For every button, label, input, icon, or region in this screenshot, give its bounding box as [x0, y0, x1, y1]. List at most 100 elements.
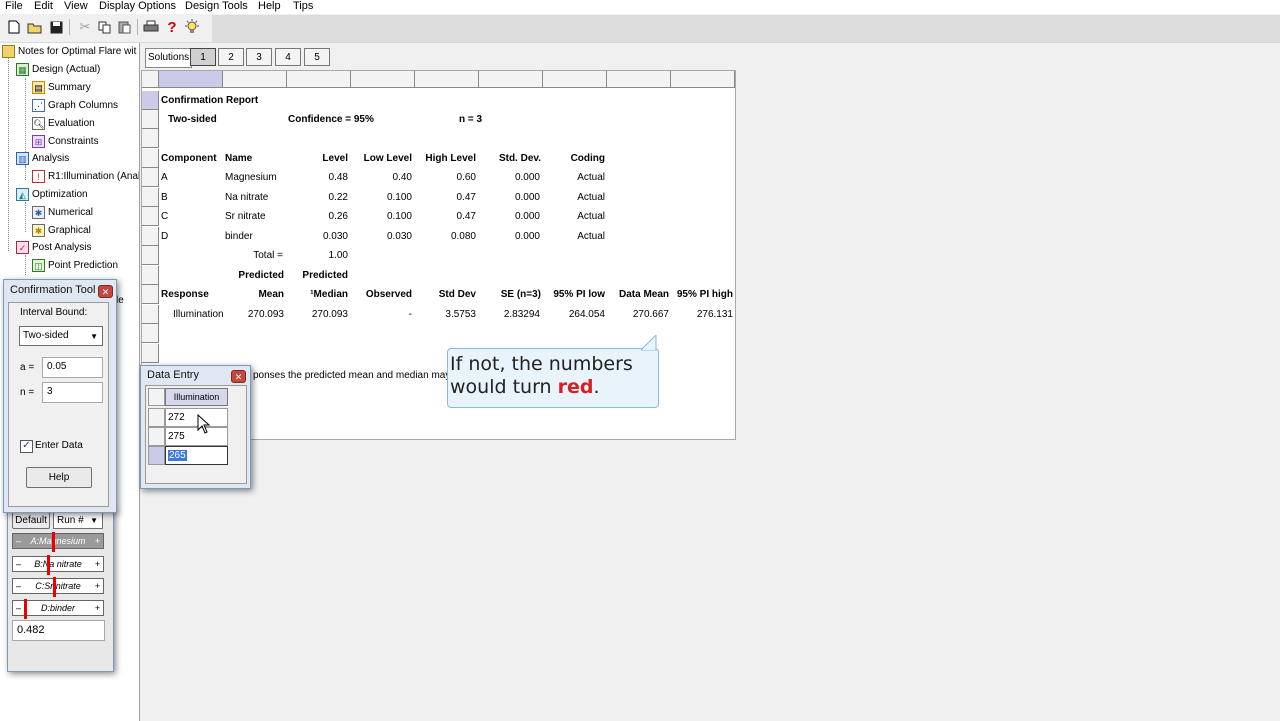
menu-file[interactable]: File — [5, 0, 23, 13]
grid-row-header[interactable] — [142, 324, 159, 343]
print-icon[interactable] — [142, 18, 160, 36]
grid-row-header[interactable] — [142, 207, 159, 226]
grid-row-header[interactable] — [142, 285, 159, 304]
grid-row-header[interactable] — [142, 266, 159, 285]
grid-column-header[interactable] — [223, 71, 287, 88]
solution-button-5[interactable]: 5 — [304, 48, 330, 66]
grid-column-header[interactable] — [159, 71, 223, 88]
solution-button-4[interactable]: 4 — [275, 48, 301, 66]
grid-row-header[interactable] — [142, 188, 159, 207]
run-dropdown[interactable]: Run # ▼ — [53, 512, 103, 529]
data-entry-row-header[interactable] — [148, 427, 165, 446]
close-icon[interactable]: ✕ — [231, 370, 246, 383]
new-file-icon[interactable] — [5, 18, 23, 36]
save-icon[interactable] — [47, 18, 65, 36]
tree-label: Point Prediction — [48, 260, 119, 271]
tips-lightbulb-icon[interactable] — [183, 18, 201, 36]
resp-name: Illumination — [173, 309, 224, 320]
data-entry-column-header[interactable]: Illumination — [165, 388, 228, 406]
menu-bar: File Edit View Display Options Design To… — [0, 0, 1280, 14]
tree-item-numerical[interactable]: ✱ Numerical — [32, 204, 93, 221]
data-entry-row-header[interactable] — [148, 446, 165, 465]
copy-icon[interactable] — [96, 18, 114, 36]
close-icon[interactable]: ✕ — [98, 285, 113, 298]
tree-item-graphical[interactable]: ✱ Graphical — [32, 222, 91, 239]
grid-row-header[interactable] — [142, 149, 159, 168]
default-button[interactable]: Default — [12, 512, 50, 529]
grid-column-header[interactable] — [543, 71, 607, 88]
menu-edit[interactable]: Edit — [34, 0, 53, 13]
menu-view[interactable]: View — [64, 0, 88, 13]
grid-row-header[interactable] — [142, 129, 159, 148]
help-icon[interactable]: ? — [163, 18, 181, 36]
grid-column-header[interactable] — [351, 71, 415, 88]
menu-tips[interactable]: Tips — [293, 0, 313, 13]
help-button[interactable]: Help — [26, 467, 92, 488]
n-field[interactable]: 3 — [42, 382, 103, 403]
component-level: 0.030 — [322, 231, 348, 242]
component-std-dev: 0.000 — [514, 192, 540, 203]
chevron-down-icon: ▼ — [90, 332, 98, 341]
grid-row-header[interactable] — [142, 305, 159, 324]
slider-marker[interactable] — [52, 532, 55, 552]
tree-label: le — [116, 295, 124, 306]
solution-button-3[interactable]: 3 — [246, 48, 272, 66]
component-level: 0.26 — [328, 211, 348, 222]
data-entry-cell-active[interactable]: 265 — [165, 446, 228, 465]
tree-item-optimization[interactable]: ◭ Optimization — [16, 186, 88, 203]
tree-item-graph-columns[interactable]: ⋰ Graph Columns — [32, 97, 118, 114]
slider-b-na-nitrate[interactable]: – B:Na nitrate + — [12, 555, 104, 575]
menu-design-tools[interactable]: Design Tools — [185, 0, 248, 13]
solution-button-1[interactable]: 1 — [190, 48, 216, 66]
grid-column-header[interactable] — [479, 71, 543, 88]
resp-header-response: Response — [161, 289, 209, 300]
report-footnote: ponses the predicted mean and median may… — [253, 370, 459, 381]
tree-item-analysis[interactable]: ▥ Analysis — [16, 150, 69, 167]
interval-bound-dropdown[interactable]: Two-sided ▼ — [19, 326, 103, 346]
slider-marker[interactable] — [47, 555, 50, 575]
menu-display-options[interactable]: Display Options — [99, 0, 176, 13]
tree-item-r1-illumination[interactable]: ! R1:Illumination (Anal — [32, 168, 139, 185]
slider-c-sr-nitrate[interactable]: – C:Sr nitrate + — [12, 577, 104, 597]
slider-d-binder[interactable]: – D:binder + — [12, 599, 104, 619]
grid-row-header[interactable] — [142, 110, 159, 129]
resp-data-mean: 270.667 — [632, 309, 669, 320]
tree-item-constraints[interactable]: ⊞ Constraints — [32, 133, 99, 150]
resp-header-median: ¹Median — [310, 289, 348, 300]
grid-row-header[interactable] — [142, 344, 159, 363]
resp-pi-high: 276.131 — [696, 309, 733, 320]
grid-row-header[interactable] — [142, 91, 159, 110]
grid-row-header[interactable] — [142, 227, 159, 246]
factor-value-field[interactable]: 0.482 — [12, 620, 105, 641]
paste-icon[interactable] — [116, 18, 134, 36]
callout-line-2: would turn red. — [450, 376, 660, 399]
tree-item-design[interactable]: ▦ Design (Actual) — [16, 61, 100, 78]
grid-column-header[interactable] — [671, 71, 735, 88]
grid-column-header[interactable] — [287, 71, 351, 88]
slider-marker[interactable] — [53, 577, 56, 597]
grid-row-header[interactable] — [142, 246, 159, 265]
tree-item-summary[interactable]: ▤ Summary — [32, 79, 91, 96]
menu-help[interactable]: Help — [258, 0, 281, 13]
slider-label: D:binder — [40, 603, 76, 613]
tree-item-evaluation[interactable]: 🔍︎ Evaluation — [32, 115, 95, 132]
grid-column-header[interactable] — [415, 71, 479, 88]
slider-marker[interactable] — [24, 599, 27, 619]
enter-data-checkbox[interactable]: ✓ — [20, 440, 33, 453]
tree-item-point-prediction[interactable]: ◫ Point Prediction — [32, 257, 118, 274]
tree-label: Design (Actual) — [32, 64, 101, 75]
alpha-field[interactable]: 0.05 — [42, 357, 103, 378]
optimization-icon: ◭ — [16, 188, 29, 201]
tree-label: Summary — [48, 82, 91, 93]
solution-button-2[interactable]: 2 — [218, 48, 244, 66]
summary-icon: ▤ — [32, 81, 45, 94]
grid-row-header[interactable] — [142, 168, 159, 187]
cut-icon[interactable]: ✂ — [76, 18, 94, 36]
tree-item-root[interactable]: Notes for Optimal Flare wit — [2, 43, 136, 60]
open-folder-icon[interactable] — [26, 18, 44, 36]
tree-item-post-analysis[interactable]: ✓ Post Analysis — [16, 239, 91, 256]
grid-column-header[interactable] — [607, 71, 671, 88]
predicted-header-mean: Predicted — [238, 270, 284, 281]
data-entry-row-header[interactable] — [148, 408, 165, 427]
slider-a-magnesium[interactable]: – A:Magnesium + — [12, 532, 104, 552]
